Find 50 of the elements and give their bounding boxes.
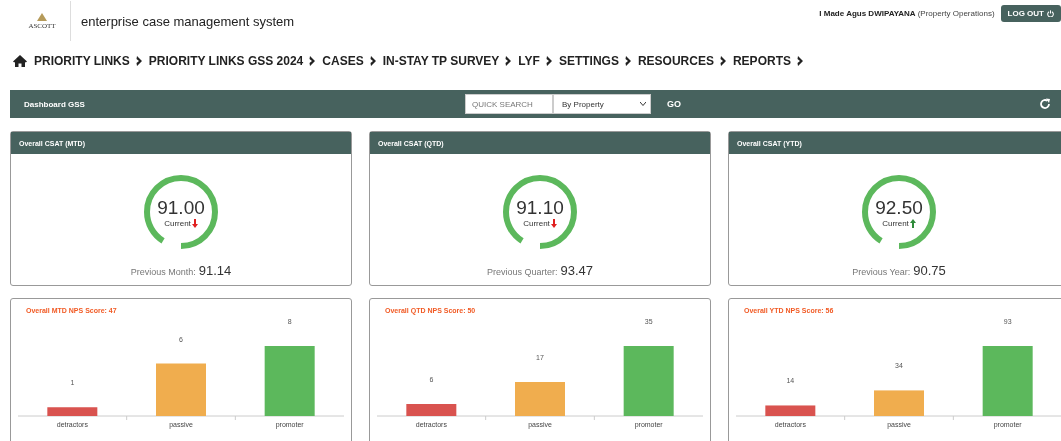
nav-link[interactable]: CASES — [322, 54, 364, 68]
user-role: (Property Operations) — [917, 8, 995, 18]
app-title: enterprise case management system — [81, 13, 295, 29]
power-icon — [1047, 9, 1054, 17]
bar — [765, 405, 816, 416]
chevron-icon — [369, 56, 377, 66]
nav-link[interactable]: PRIORITY LINKS — [34, 54, 130, 68]
user-name: I Made Agus DWIPAYANA — [819, 8, 916, 18]
nav-link[interactable]: RESOURCES — [637, 54, 714, 68]
go-button[interactable]: GO — [661, 98, 687, 110]
search-field[interactable]: QUICK SEARCH — [465, 94, 553, 114]
crest-icon — [35, 12, 49, 22]
nav-link[interactable]: LYF — [518, 54, 540, 68]
bar — [623, 346, 674, 416]
nav-link[interactable]: REPORTS — [732, 54, 791, 68]
bar — [264, 346, 315, 416]
refresh-icon[interactable] — [1039, 98, 1051, 110]
bar — [515, 382, 565, 416]
chevron-icon — [796, 56, 804, 66]
nav-link[interactable]: PRIORITY LINKS GSS 2024 — [148, 54, 304, 68]
current-label: Current — [523, 218, 550, 228]
chevron-icon — [309, 56, 317, 66]
previous-label: Previous Year: — [852, 267, 911, 277]
nav-link[interactable]: SETTINGS — [558, 54, 619, 68]
previous-label: Previous Quarter: — [486, 267, 558, 277]
bar — [156, 363, 206, 416]
toolbar-title: Dashboard GSS — [24, 99, 86, 109]
bar — [874, 390, 924, 416]
nav-link[interactable]: IN-STAY TP SURVEY — [382, 54, 500, 68]
chevron-icon — [624, 56, 632, 66]
csat-value: 91.00 — [157, 196, 205, 219]
chevron-icon — [545, 56, 553, 66]
current-label: Current — [882, 218, 909, 228]
logout-button[interactable]: LOG OUT — [1000, 4, 1061, 22]
chevron-icon — [505, 56, 513, 66]
previous-label: Previous Month: — [130, 267, 196, 277]
csat-value: 91.10 — [516, 196, 564, 219]
home-icon[interactable] — [12, 54, 28, 68]
csat-value: 92.50 — [875, 196, 923, 219]
current-label: Current — [164, 218, 191, 228]
previous-value: 91.14 — [198, 263, 232, 278]
caret-icon — [640, 102, 646, 106]
previous-value: 93.47 — [560, 263, 594, 278]
filter-select[interactable]: By Property — [553, 94, 651, 114]
bar — [982, 346, 1033, 416]
previous-value: 90.75 — [913, 263, 946, 278]
chevron-icon — [135, 56, 143, 66]
bar — [47, 407, 98, 416]
bar — [406, 404, 457, 416]
chevron-icon — [719, 56, 727, 66]
